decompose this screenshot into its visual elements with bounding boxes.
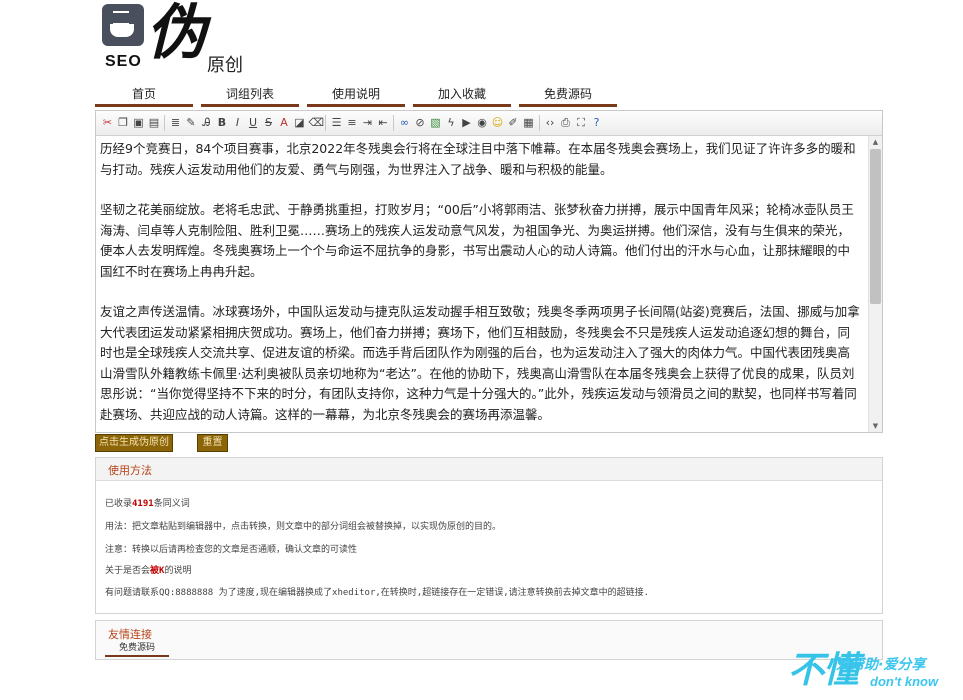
usage-panel-header: 使用方法 bbox=[96, 458, 882, 481]
nav-item-word-list[interactable]: 词组列表 bbox=[201, 84, 299, 107]
scroll-up-icon[interactable]: ▲ bbox=[869, 136, 882, 148]
editor-paragraph: 友谊之声传送温情。冰球赛场外，中国队运发动与捷克队运发动握手相互致敬；残奥冬季两… bbox=[100, 304, 860, 422]
italic-icon[interactable]: I bbox=[231, 116, 244, 129]
source-icon[interactable]: ‹› bbox=[544, 116, 557, 129]
friend-link-free-source[interactable]: 免费源码 bbox=[105, 641, 169, 657]
scroll-thumb[interactable] bbox=[870, 149, 881, 304]
contact-line: 有问题请联系QQ:8888888 为了速度,现在编辑器换成了xheditor,在… bbox=[105, 588, 650, 598]
logo-big-char: 伪 bbox=[146, 0, 206, 68]
count-suffix: 条同义词 bbox=[153, 499, 190, 509]
toolbar-separator bbox=[538, 115, 540, 131]
eraser-icon[interactable]: ⌫ bbox=[309, 116, 325, 129]
friend-links-title: 友情连接 bbox=[108, 628, 152, 641]
editor-content[interactable]: 历经9个竞赛日，84个项目赛事，北京2022年冬残奥会行将在全球注目中落下帷幕。… bbox=[100, 139, 862, 429]
underline-icon[interactable]: U bbox=[247, 116, 260, 129]
usage-line: 用法：把文章粘贴到编辑器中，点击转换，则文章中的部分词组会被替换掉，以实现伪原创… bbox=[105, 522, 502, 532]
indent-icon[interactable]: ⇥ bbox=[361, 116, 374, 129]
edit-icon[interactable]: ✐ bbox=[507, 116, 520, 129]
reset-button[interactable]: 重置 bbox=[197, 434, 228, 452]
steam-lines bbox=[113, 11, 129, 25]
highlight-icon[interactable]: ◪ bbox=[293, 116, 306, 129]
copy-icon[interactable]: ❐ bbox=[117, 116, 130, 129]
image-icon[interactable]: ▧ bbox=[429, 116, 442, 129]
unlink-icon[interactable]: ⊘ bbox=[414, 116, 427, 129]
k-prefix: 关于是否会 bbox=[105, 566, 151, 576]
cup-shape bbox=[110, 24, 134, 37]
select-all-icon[interactable]: ≣ bbox=[169, 116, 182, 129]
smiley-icon[interactable]: ☺ bbox=[491, 116, 504, 129]
generate-button[interactable]: 点击生成伪原创 bbox=[95, 434, 173, 452]
k-explanation-link[interactable]: 被K bbox=[150, 566, 164, 576]
nav-item-free-source[interactable]: 免费源码 bbox=[519, 84, 617, 107]
paste-text-icon[interactable]: ▤ bbox=[148, 116, 161, 129]
help-icon[interactable]: ? bbox=[590, 116, 603, 129]
outdent-icon[interactable]: ⇤ bbox=[377, 116, 390, 129]
paste-icon[interactable]: ▣ bbox=[132, 116, 145, 129]
toolbar-separator bbox=[393, 115, 394, 131]
page-wrapper: SEO 伪 原创 首页 词组列表 使用说明 加入收藏 免费源码 ✂ ❐ ▣ ▤ ≣ ✎ Ꭿ B… bbox=[95, 0, 883, 700]
nav-item-home[interactable]: 首页 bbox=[95, 84, 193, 107]
usage-panel-title: 使用方法 bbox=[108, 464, 152, 477]
coffee-cup-icon bbox=[102, 4, 144, 46]
editor-toolbar: ✂ ❐ ▣ ▤ ≣ ✎ Ꭿ B I U S A ◪ ⌫ ☰ ≡ ⇥ ⇤ ∞ ⊘ ▧ ϟ ▶ ◉ ☺ ✐ ▦ ‹› ⎙ ⛶? bbox=[96, 111, 882, 136]
watermark-logo: 不懂 爱帮助·爱分享 don't know bbox=[788, 650, 958, 695]
synonym-count: 4191 bbox=[132, 499, 154, 509]
table-icon[interactable]: ▦ bbox=[522, 116, 535, 129]
editor-paragraph: 坚韧之花美丽绽放。老将毛忠武、于静勇挑重担，打败岁月；“00后”小将郭雨洁、张梦… bbox=[100, 202, 854, 279]
count-prefix: 已收录 bbox=[105, 499, 133, 509]
cut-icon[interactable]: ✂ bbox=[101, 116, 114, 129]
k-suffix: 的说明 bbox=[164, 566, 192, 576]
flash-icon[interactable]: ϟ bbox=[445, 116, 458, 129]
synonym-count-line: 已收录4191条同义词 bbox=[105, 496, 190, 509]
friend-links-panel: 友情连接 免费源码 bbox=[95, 620, 883, 660]
editor-paragraph: 历经9个竞赛日，84个项目赛事，北京2022年冬残奥会行将在全球注目中落下帷幕。… bbox=[100, 141, 856, 177]
media-icon[interactable]: ▶ bbox=[460, 116, 473, 129]
strikethrough-icon[interactable]: S bbox=[262, 116, 275, 129]
preview-icon[interactable]: ⎙ bbox=[559, 116, 572, 129]
list-icon[interactable]: ≡ bbox=[346, 116, 359, 129]
logo-seo-text: SEO bbox=[105, 53, 142, 70]
main-nav: 首页 词组列表 使用说明 加入收藏 免费源码 bbox=[95, 84, 882, 107]
toolbar-separator bbox=[164, 115, 165, 131]
watermark-en-text: don't know bbox=[870, 674, 939, 689]
note-line: 注意：转换以后请再检查您的文章是否通顺，确认文章的可读性 bbox=[105, 545, 358, 555]
scroll-down-icon[interactable]: ▼ bbox=[869, 420, 882, 432]
k-explanation-line: 关于是否会被K的说明 bbox=[105, 563, 191, 576]
emoticon-icon[interactable]: ◉ bbox=[476, 116, 489, 129]
usage-panel: 使用方法 已收录4191条同义词 用法：把文章粘贴到编辑器中，点击转换，则文章中… bbox=[95, 457, 883, 614]
bold-icon[interactable]: B bbox=[216, 116, 229, 129]
rich-text-editor[interactable]: ✂ ❐ ▣ ▤ ≣ ✎ Ꭿ B I U S A ◪ ⌫ ☰ ≡ ⇥ ⇤ ∞ ⊘ ▧ ϟ ▶ ◉ ☺ ✐ ▦ ‹› ⎙ ⛶? 历经9个竞赛日… bbox=[95, 110, 883, 433]
site-logo[interactable]: SEO 伪 原创 bbox=[102, 0, 257, 76]
nav-item-bookmark[interactable]: 加入收藏 bbox=[413, 84, 511, 107]
watermark-cn-text: 爱帮助·爱分享 bbox=[836, 657, 926, 673]
nav-item-instructions[interactable]: 使用说明 bbox=[307, 84, 405, 107]
link-icon[interactable]: ∞ bbox=[398, 116, 411, 129]
editor-scrollbar[interactable]: ▲ ▼ bbox=[868, 136, 882, 432]
logo-small-text: 原创 bbox=[207, 55, 243, 76]
remove-format-icon[interactable]: ✎ bbox=[185, 116, 198, 129]
font-icon[interactable]: Ꭿ bbox=[200, 116, 213, 129]
font-color-icon[interactable]: A bbox=[278, 116, 291, 129]
toolbar-separator bbox=[325, 115, 326, 131]
fullscreen-icon[interactable]: ⛶ bbox=[575, 116, 588, 129]
align-left-icon[interactable]: ☰ bbox=[330, 116, 343, 129]
